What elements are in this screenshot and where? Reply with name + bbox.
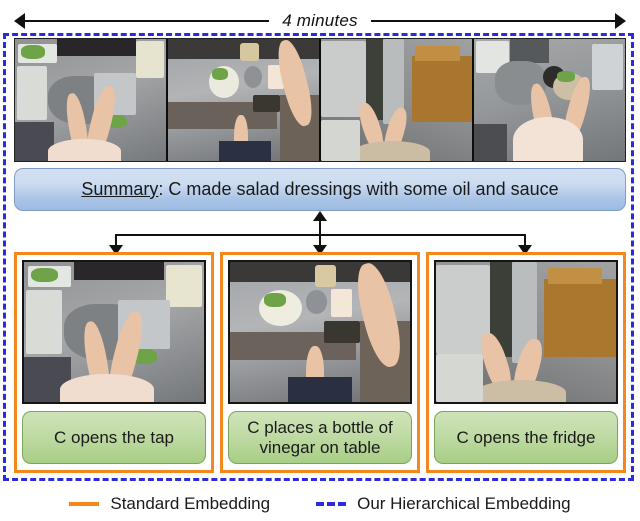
clip-thumbnail: [228, 260, 412, 404]
standard-embedding-panels: C opens the tap C places a bottle of vin…: [14, 252, 626, 473]
clip-caption: C places a bottle of vinegar on table: [228, 411, 412, 464]
summary-lead-label: Summary: [81, 179, 159, 199]
legend-item-hierarchical-embedding: Our Hierarchical Embedding: [316, 494, 571, 514]
arrow-head-up-center-icon: [313, 211, 327, 221]
kitchen-sink-scene: [15, 39, 166, 161]
filmstrip-frame: [168, 39, 321, 161]
solid-line-icon: [69, 502, 100, 506]
fridge-open-scene: [321, 39, 472, 161]
summary-banner: Summary: C made salad dressings with som…: [14, 168, 626, 211]
filmstrip-frame: [321, 39, 474, 161]
filmstrip-frame: [15, 39, 168, 161]
connector-center-stem: [319, 219, 321, 247]
clip-caption-text: C opens the tap: [53, 427, 175, 447]
dashed-line-icon: [316, 502, 347, 506]
legend-label-hierarchical-embedding: Our Hierarchical Embedding: [357, 494, 571, 513]
clip-panel: C places a bottle of vinegar on table: [220, 252, 420, 473]
summary-separator: :: [158, 179, 164, 199]
duration-label: 4 minutes: [282, 11, 358, 30]
figure-root: 4 minutes Summary: C made salad dressing…: [0, 0, 640, 521]
clip-caption: C opens the fridge: [434, 411, 618, 464]
clip-panel: C opens the fridge: [426, 252, 626, 473]
clip-thumbnail: [22, 260, 206, 404]
clip-panel: C opens the tap: [14, 252, 214, 473]
duration-arrow: 4 minutes: [14, 8, 626, 34]
salad-mixing-scene: [474, 39, 625, 161]
kitchen-counter-scene: [168, 39, 319, 161]
clip-caption-text: C places a bottle of vinegar on table: [247, 417, 393, 457]
filmstrip-frame: [474, 39, 625, 161]
clip-thumbnail: [434, 260, 618, 404]
clip-caption: C opens the tap: [22, 411, 206, 464]
legend-item-standard-embedding: Standard Embedding: [69, 494, 270, 514]
connector-arrows: [0, 211, 640, 255]
summary-body-text: C made salad dressings with some oil and…: [168, 179, 559, 199]
video-filmstrip: [14, 38, 626, 162]
legend: Standard Embedding Our Hierarchical Embe…: [0, 489, 640, 519]
legend-label-standard-embedding: Standard Embedding: [110, 494, 271, 513]
clip-caption-text: C opens the fridge: [456, 427, 596, 447]
summary-text: Summary: C made salad dressings with som…: [81, 179, 558, 200]
